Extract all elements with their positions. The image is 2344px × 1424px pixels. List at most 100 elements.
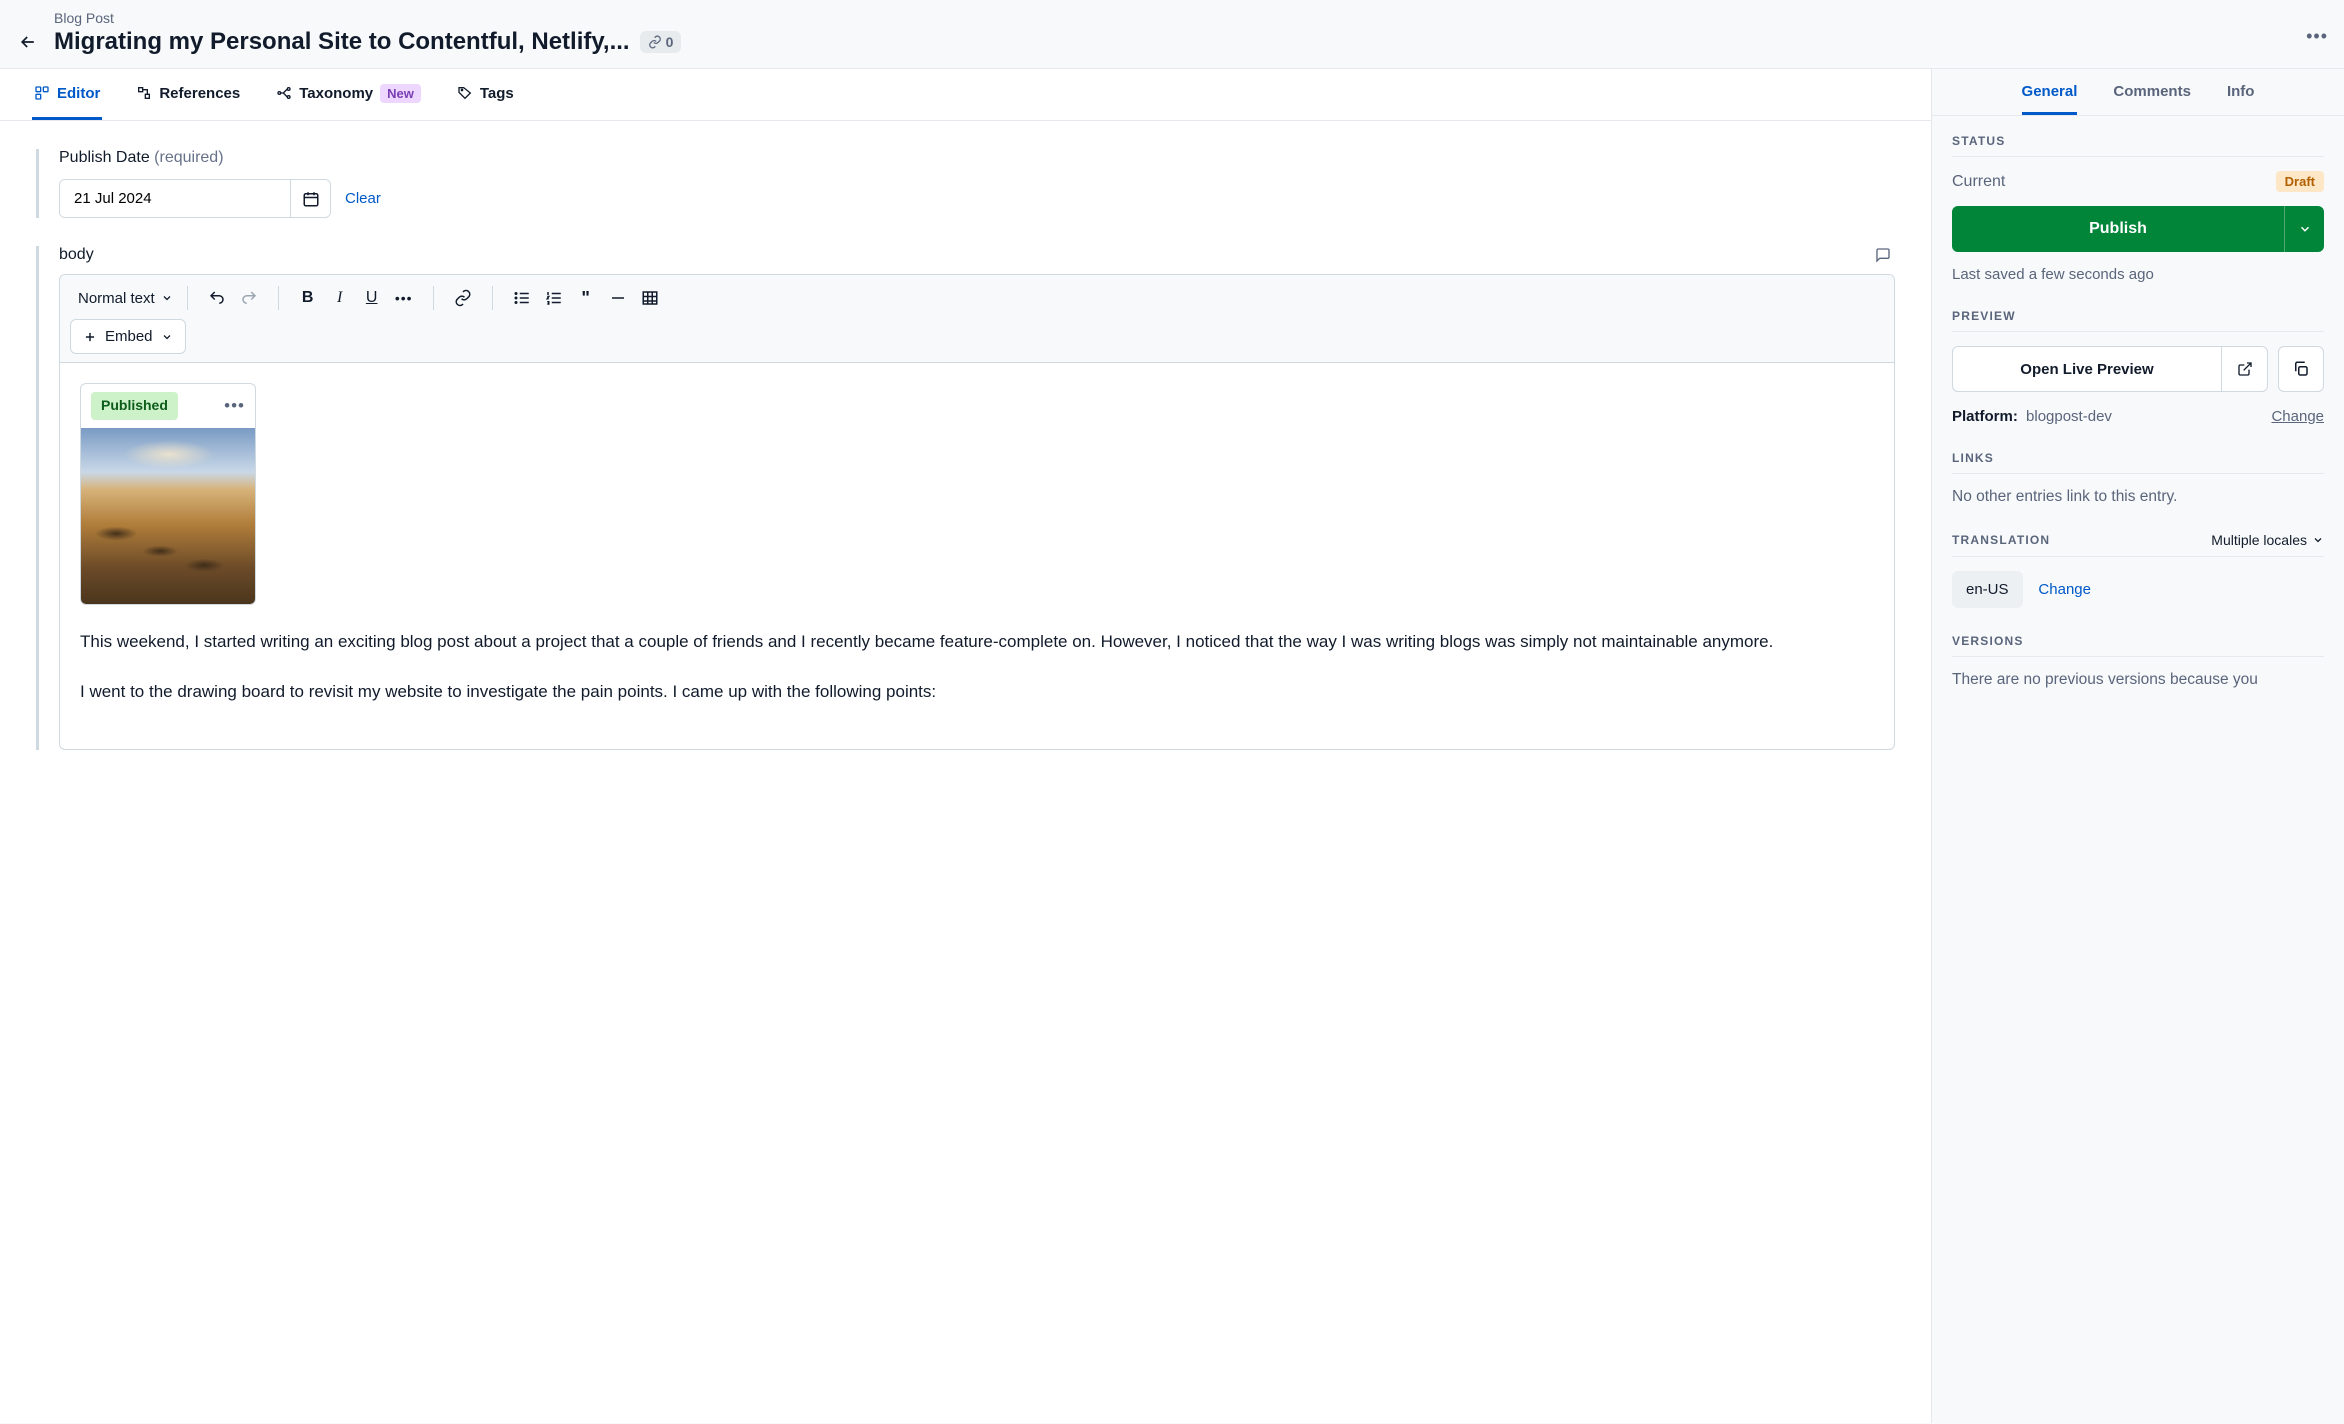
required-indicator: (required) bbox=[154, 149, 223, 166]
underline-icon: U bbox=[366, 289, 378, 307]
bold-button[interactable]: B bbox=[293, 283, 323, 313]
table-icon bbox=[641, 289, 659, 307]
content-type-label: Blog Post bbox=[54, 10, 2328, 26]
preview-section: PREVIEW Open Live Preview Platform: blog… bbox=[1932, 291, 2344, 433]
body-label: body bbox=[59, 246, 94, 264]
chevron-down-icon bbox=[2298, 222, 2312, 236]
header-more-menu[interactable]: ••• bbox=[2306, 26, 2328, 47]
bullet-list-button[interactable] bbox=[507, 283, 537, 313]
comment-icon bbox=[1875, 247, 1891, 263]
locale-mode-select[interactable]: Multiple locales bbox=[2211, 532, 2324, 548]
change-platform-link[interactable]: Change bbox=[2271, 408, 2324, 425]
page-title: Migrating my Personal Site to Contentful… bbox=[54, 28, 630, 56]
last-saved-text: Last saved a few seconds ago bbox=[1952, 266, 2324, 283]
body-paragraph: I went to the drawing board to revisit m… bbox=[80, 679, 1874, 705]
calendar-icon bbox=[302, 190, 320, 208]
preview-heading: PREVIEW bbox=[1952, 309, 2324, 332]
publish-date-input[interactable] bbox=[60, 180, 290, 217]
table-button[interactable] bbox=[635, 283, 665, 313]
versions-heading: VERSIONS bbox=[1952, 634, 2324, 657]
quote-button[interactable]: " bbox=[571, 283, 601, 313]
embedded-asset: Published ••• bbox=[80, 383, 256, 605]
ordered-list-button[interactable] bbox=[539, 283, 569, 313]
locale-chip: en-US bbox=[1952, 571, 2023, 608]
links-empty-text: No other entries link to this entry. bbox=[1952, 488, 2324, 506]
change-locales-link[interactable]: Change bbox=[2038, 581, 2091, 598]
copy-preview-button[interactable] bbox=[2278, 346, 2324, 392]
references-chip[interactable]: 0 bbox=[640, 31, 682, 53]
text-style-select[interactable]: Normal text bbox=[70, 284, 181, 313]
clear-date-button[interactable]: Clear bbox=[345, 190, 381, 207]
italic-icon: I bbox=[337, 289, 342, 307]
quote-icon: " bbox=[581, 288, 590, 309]
asset-thumbnail[interactable] bbox=[81, 428, 256, 604]
open-preview-button[interactable]: Open Live Preview bbox=[1952, 346, 2268, 392]
links-section: LINKS No other entries link to this entr… bbox=[1932, 433, 2344, 514]
taxonomy-icon bbox=[276, 85, 292, 101]
undo-icon bbox=[208, 289, 226, 307]
publish-date-field: Publish Date (required) Clear bbox=[36, 149, 1895, 218]
calendar-button[interactable] bbox=[290, 180, 330, 217]
translation-section: TRANSLATION Multiple locales en-US Chang… bbox=[1932, 514, 2344, 616]
ordered-list-icon bbox=[545, 289, 563, 307]
tab-tags[interactable]: Tags bbox=[455, 69, 516, 120]
plus-icon bbox=[83, 330, 97, 344]
link-button[interactable] bbox=[448, 283, 478, 313]
platform-value: blogpost-dev bbox=[2026, 408, 2112, 425]
more-format-button[interactable]: ••• bbox=[389, 283, 419, 313]
asset-status-badge: Published bbox=[91, 392, 178, 420]
more-icon: ••• bbox=[395, 290, 413, 306]
sidebar-tabs: General Comments Info bbox=[1932, 69, 2344, 116]
chevron-down-icon bbox=[2312, 534, 2324, 546]
external-link-icon bbox=[2237, 361, 2253, 377]
sidebar-tab-info[interactable]: Info bbox=[2227, 83, 2255, 115]
back-button[interactable] bbox=[12, 26, 44, 58]
external-link-part[interactable] bbox=[2221, 347, 2267, 391]
status-section: STATUS Current Draft Publish Last saved … bbox=[1932, 116, 2344, 291]
field-comment-button[interactable] bbox=[1875, 247, 1891, 263]
chevron-down-icon bbox=[161, 331, 173, 343]
undo-button[interactable] bbox=[202, 283, 232, 313]
links-heading: LINKS bbox=[1952, 451, 2324, 474]
publish-dropdown[interactable] bbox=[2284, 206, 2324, 252]
copy-icon bbox=[2292, 360, 2310, 378]
body-field: body Normal text bbox=[36, 246, 1895, 750]
asset-more-menu[interactable]: ••• bbox=[224, 393, 245, 419]
tag-icon bbox=[457, 85, 473, 101]
platform-label: Platform: bbox=[1952, 408, 2018, 425]
editor-icon bbox=[34, 85, 50, 101]
translation-heading: TRANSLATION bbox=[1952, 533, 2050, 547]
redo-button[interactable] bbox=[234, 283, 264, 313]
rte-content[interactable]: Published ••• This weekend, I started wr… bbox=[60, 363, 1894, 749]
hr-button[interactable] bbox=[603, 283, 633, 313]
body-paragraph: This weekend, I started writing an excit… bbox=[80, 629, 1874, 655]
publish-date-label: Publish Date bbox=[59, 149, 150, 166]
status-badge: Draft bbox=[2276, 171, 2324, 192]
link-icon bbox=[648, 35, 662, 49]
new-badge: New bbox=[380, 84, 421, 103]
bold-icon: B bbox=[302, 289, 314, 307]
embed-button[interactable]: Embed bbox=[70, 319, 186, 354]
status-current-label: Current bbox=[1952, 173, 2005, 191]
header: Blog Post Migrating my Personal Site to … bbox=[0, 0, 2344, 69]
sidebar-tab-general[interactable]: General bbox=[2022, 83, 2078, 115]
chevron-down-icon bbox=[161, 292, 173, 304]
link-icon bbox=[454, 289, 472, 307]
tab-taxonomy[interactable]: Taxonomy New bbox=[274, 69, 423, 120]
italic-button[interactable]: I bbox=[325, 283, 355, 313]
rich-text-editor: Normal text B I bbox=[59, 274, 1895, 750]
references-icon bbox=[136, 85, 152, 101]
tab-editor[interactable]: Editor bbox=[32, 69, 102, 120]
status-heading: STATUS bbox=[1952, 134, 2324, 157]
versions-section: VERSIONS There are no previous versions … bbox=[1932, 616, 2344, 697]
publish-button[interactable]: Publish bbox=[1952, 206, 2324, 252]
redo-icon bbox=[240, 289, 258, 307]
underline-button[interactable]: U bbox=[357, 283, 387, 313]
versions-text: There are no previous versions because y… bbox=[1952, 671, 2324, 689]
editor-tabs: Editor References Taxonomy New Tags bbox=[0, 69, 1931, 121]
references-count: 0 bbox=[666, 34, 674, 50]
tab-references[interactable]: References bbox=[134, 69, 242, 120]
hr-icon bbox=[609, 289, 627, 307]
sidebar-tab-comments[interactable]: Comments bbox=[2113, 83, 2191, 115]
bullet-list-icon bbox=[513, 289, 531, 307]
